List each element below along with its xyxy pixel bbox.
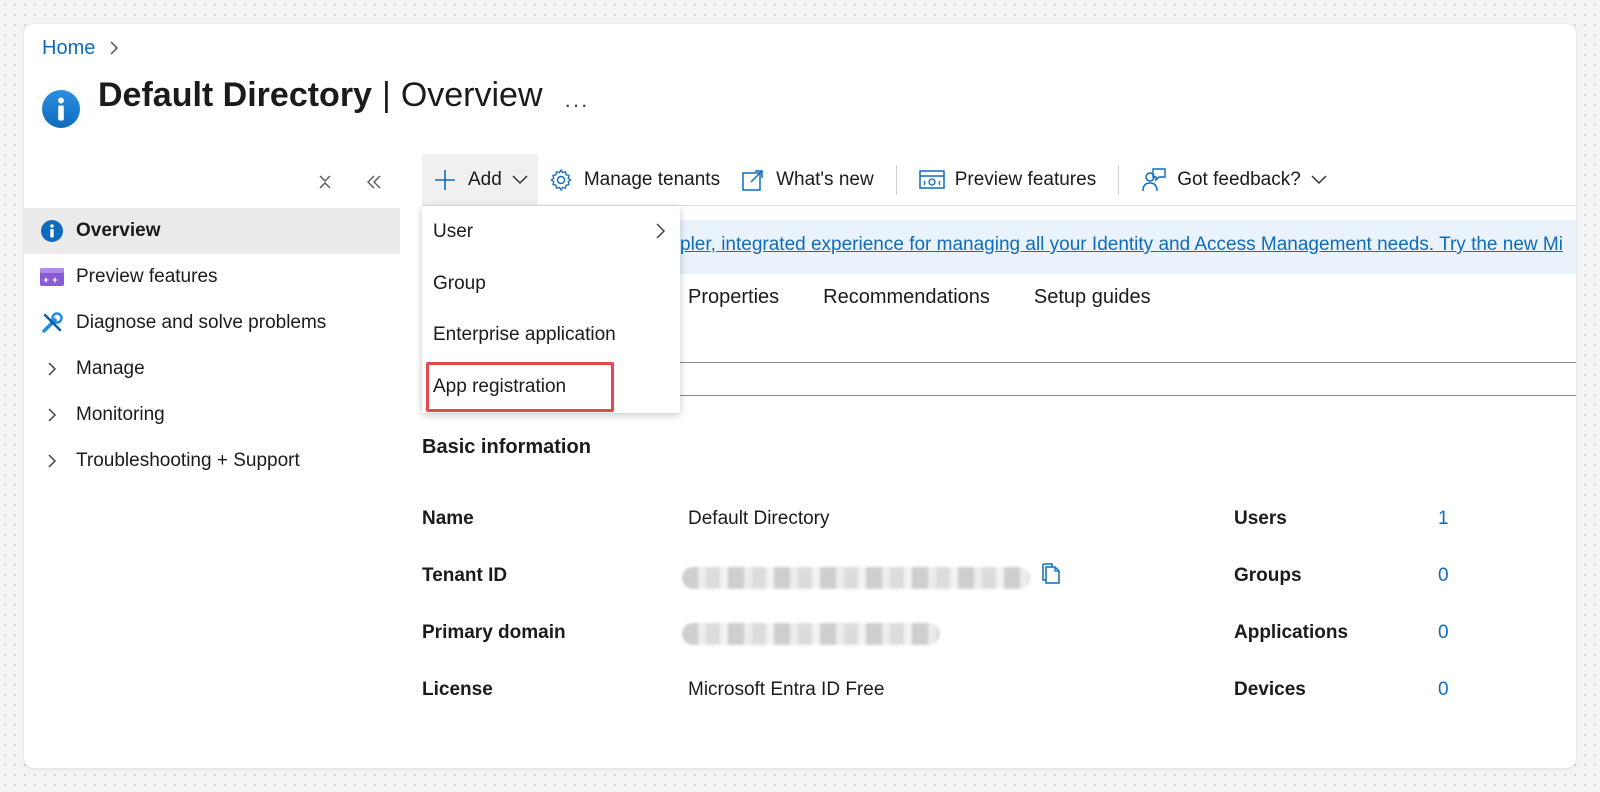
stat-label-applications: Applications [1234, 622, 1349, 643]
stat-value-groups[interactable]: 0 [1438, 565, 1449, 587]
feedback-button[interactable]: Got feedback? [1131, 154, 1337, 206]
preview-settings-icon [918, 167, 945, 193]
plus-icon [432, 167, 458, 193]
sidebar-item-diagnose[interactable]: Diagnose and solve problems [24, 300, 400, 346]
chevron-right-icon [40, 450, 64, 472]
menu-item-label: Enterprise application [433, 323, 616, 345]
wrench-icon [40, 312, 64, 334]
chevron-down-icon [512, 175, 528, 185]
tab-bar: Properties Recommendations Setup guides [688, 286, 1151, 309]
stat-label-groups: Groups [1234, 565, 1302, 586]
sidebar-item-label: Diagnose and solve problems [76, 312, 327, 333]
field-label-license: License [422, 679, 493, 700]
add-button[interactable]: Add [422, 154, 538, 206]
feedback-person-icon [1141, 167, 1167, 193]
highlight-box [426, 362, 614, 412]
info-icon [40, 220, 64, 242]
tab-properties[interactable]: Properties [688, 286, 779, 309]
page-title: Default Directory | Overview [98, 76, 543, 115]
tab-setup-guides[interactable]: Setup guides [1034, 286, 1151, 309]
sidebar-item-label: Troubleshooting + Support [76, 450, 300, 471]
toolbar-divider [1118, 165, 1120, 195]
hide-sidebar-button[interactable] [363, 171, 385, 193]
menu-item-group[interactable]: Group [422, 258, 680, 309]
field-value-license: Microsoft Entra ID Free [688, 679, 885, 700]
whats-new-button[interactable]: What's new [730, 154, 884, 206]
stat-value-users[interactable]: 1 [1438, 508, 1449, 530]
sidebar-item-label: Overview [76, 220, 161, 241]
breadcrumb: Home [42, 36, 121, 60]
portal-window: Home Default Directory | Overview ··· Ov… [24, 24, 1576, 768]
page-title-separator: | [381, 76, 391, 114]
stat-label-devices: Devices [1234, 679, 1306, 700]
primary-domain-redacted [682, 623, 940, 645]
add-label: Add [468, 169, 502, 190]
menu-item-label: Group [433, 272, 486, 294]
sidebar-item-manage[interactable]: Manage [24, 346, 400, 392]
menu-item-label: User [433, 220, 474, 242]
info-icon [42, 90, 80, 128]
stat-label-users: Users [1234, 508, 1287, 529]
open-external-icon [740, 167, 766, 193]
field-label-primary-domain: Primary domain [422, 622, 566, 643]
manage-tenants-button[interactable]: Manage tenants [538, 154, 730, 206]
toolbar-divider [895, 165, 897, 195]
sidebar-item-label: Monitoring [76, 404, 165, 425]
breadcrumb-home-link[interactable]: Home [42, 37, 95, 60]
preview-features-icon [40, 266, 64, 288]
chevron-right-icon [110, 41, 119, 55]
sidebar-item-preview-features[interactable]: Preview features [24, 254, 400, 300]
gear-icon [548, 167, 574, 193]
sidebar-item-monitoring[interactable]: Monitoring [24, 392, 400, 438]
double-chevron-left-icon [367, 175, 381, 189]
menu-item-user[interactable]: User [422, 206, 680, 257]
preview-features-button[interactable]: Preview features [909, 154, 1107, 206]
feedback-label: Got feedback? [1177, 169, 1301, 190]
sidebar-item-label: Preview features [76, 266, 218, 287]
chevron-down-icon [1311, 175, 1327, 185]
preview-features-label: Preview features [954, 169, 1097, 190]
sidebar-item-overview[interactable]: Overview [24, 208, 400, 254]
field-value-name: Default Directory [688, 508, 830, 529]
sidebar-item-troubleshooting[interactable]: Troubleshooting + Support [24, 438, 400, 484]
page-title-section: Overview [400, 76, 543, 114]
menu-item-enterprise-application[interactable]: Enterprise application [422, 309, 680, 360]
whats-new-label: What's new [776, 169, 874, 190]
banner-link[interactable]: pler, integrated experience for managing… [680, 234, 1563, 256]
copy-icon[interactable] [1039, 562, 1061, 586]
field-label-name: Name [422, 508, 474, 529]
tenant-id-redacted [682, 567, 1030, 589]
chevron-right-icon [40, 358, 64, 380]
command-bar: Add Manage tenants What's new Preview fe… [422, 154, 1337, 206]
chevron-right-icon [40, 404, 64, 426]
collapse-all-button[interactable] [314, 171, 336, 193]
chevron-right-icon [656, 223, 666, 239]
more-options-button[interactable]: ··· [564, 92, 589, 118]
section-title: Basic information [422, 436, 591, 458]
sidebar-nav: Overview Preview features Diagnose and s… [24, 208, 400, 484]
field-label-tenant-id: Tenant ID [422, 565, 508, 586]
manage-tenants-label: Manage tenants [583, 169, 721, 190]
page-title-main: Default Directory [98, 76, 372, 114]
stat-value-applications[interactable]: 0 [1438, 622, 1449, 644]
stat-value-devices[interactable]: 0 [1438, 679, 1449, 701]
collapse-icon [319, 175, 331, 189]
sidebar-item-label: Manage [76, 358, 145, 379]
tab-recommendations[interactable]: Recommendations [823, 286, 990, 309]
